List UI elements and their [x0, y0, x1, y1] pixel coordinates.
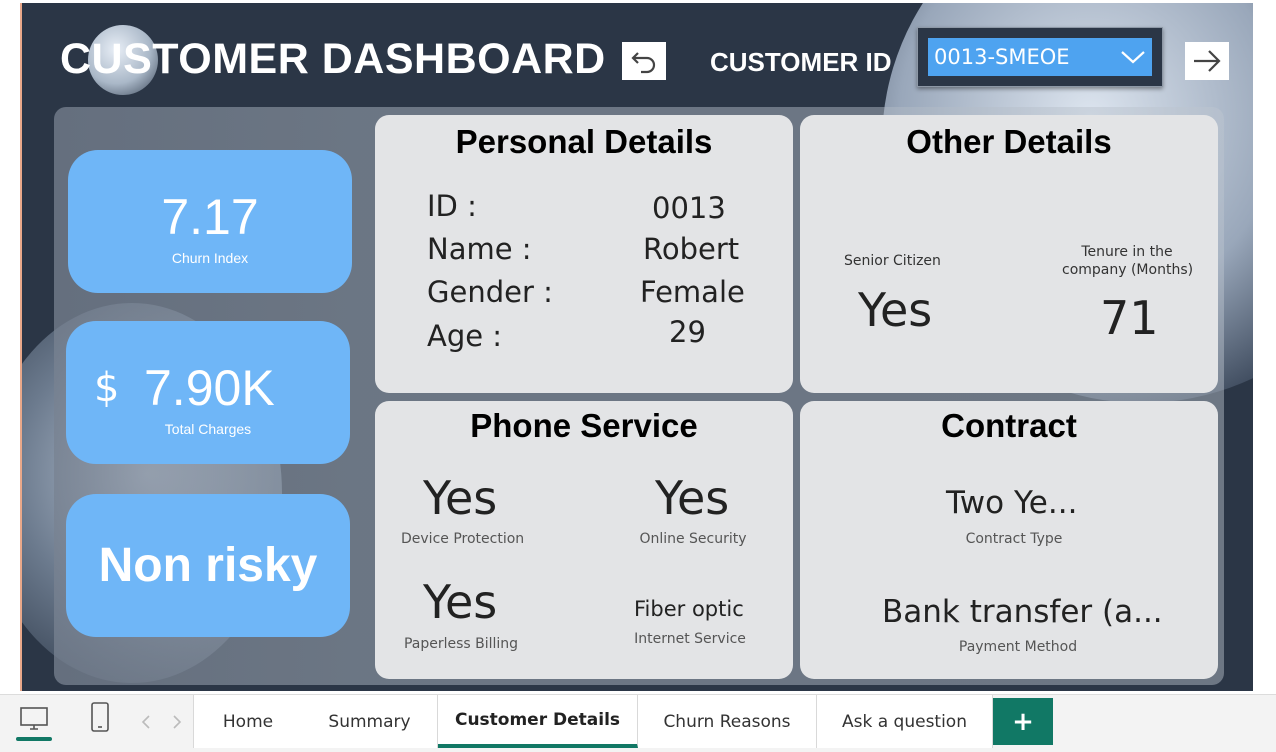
page-tab-bar: Home Summary Customer Details Churn Reas… [0, 694, 1276, 752]
age-value: 29 [669, 315, 706, 349]
back-button[interactable] [622, 42, 666, 80]
other-details-title: Other Details [906, 123, 1112, 160]
tab-home[interactable]: Home [193, 695, 303, 748]
report-canvas: CUSTOMER DASHBOARD CUSTOMER ID 0013-SMEO… [20, 3, 1253, 691]
tenure-value: 71 [1100, 291, 1159, 345]
currency-symbol: $ [94, 365, 120, 411]
device-protection-label: Device Protection [401, 531, 525, 547]
internet-service-label: Internet Service [634, 631, 746, 647]
churn-index-value: 7.17 [161, 189, 259, 245]
add-page-button[interactable]: + [993, 698, 1053, 745]
gender-label: Gender : [427, 275, 553, 309]
churn-index-card: 7.17 Churn Index [68, 150, 352, 293]
id-label: ID : [427, 189, 477, 223]
contract-type-value: Two Ye... [946, 485, 1078, 521]
customer-id-value: 0013-SMEOE [934, 45, 1070, 69]
next-button[interactable] [1185, 42, 1229, 80]
customer-id-selected[interactable]: 0013-SMEOE [928, 38, 1152, 76]
personal-details-title: Personal Details [455, 123, 713, 160]
name-label: Name : [427, 232, 532, 266]
arrow-right-icon [1194, 50, 1221, 72]
id-value: 0013 [652, 191, 726, 225]
contract-card: Contract Two Ye... Contract Type Bank tr… [800, 401, 1218, 679]
tab-summary[interactable]: Summary [302, 695, 438, 748]
customer-id-dropdown[interactable]: 0013-SMEOE [917, 27, 1163, 87]
mobile-view-icon[interactable] [89, 701, 111, 733]
paperless-billing-label: Paperless Billing [403, 636, 519, 652]
paperless-billing-value: Yes [423, 575, 498, 629]
page-title: CUSTOMER DASHBOARD [60, 35, 606, 83]
monitor-icon [20, 707, 48, 730]
device-protection-value: Yes [423, 471, 498, 525]
gender-value: Female [640, 275, 745, 309]
total-charges-card: $ 7.90K Total Charges [66, 321, 350, 464]
chevron-left-icon[interactable] [139, 712, 153, 732]
contract-title: Contract [941, 407, 1077, 444]
name-value: Robert [643, 232, 740, 266]
tenure-label-2: company (Months) [1062, 262, 1194, 278]
undo-arrow-icon [631, 52, 656, 74]
age-label: Age : [427, 319, 503, 353]
total-charges-caption: Total Charges [164, 421, 252, 437]
chevron-down-icon [1121, 51, 1145, 64]
tab-customer-details[interactable]: Customer Details [438, 695, 638, 748]
customer-id-label: CUSTOMER ID [710, 47, 892, 77]
risk-value: Non risky [98, 539, 318, 592]
tenure-label-1: Tenure in the [1081, 244, 1173, 260]
online-security-value: Yes [655, 471, 730, 525]
senior-citizen-label: Senior Citizen [844, 253, 941, 269]
online-security-label: Online Security [639, 531, 747, 547]
contract-type-label: Contract Type [965, 531, 1063, 547]
tab-ask-a-question[interactable]: Ask a question [817, 695, 993, 748]
total-charges-value: 7.90K [144, 360, 275, 416]
desktop-view-button[interactable] [14, 703, 54, 741]
payment-method-value: Bank transfer (a... [882, 594, 1163, 630]
churn-index-caption: Churn Index [171, 250, 249, 266]
senior-citizen-value: Yes [858, 283, 933, 337]
phone-service-card: Phone Service Yes Device Protection Yes … [375, 401, 793, 679]
other-details-card: Other Details Senior Citizen Yes Tenure … [800, 115, 1218, 393]
phone-service-title: Phone Service [470, 407, 698, 444]
tab-churn-reasons[interactable]: Churn Reasons [638, 695, 817, 748]
risk-card: Non risky [66, 494, 350, 637]
personal-details-card: Personal Details ID : 0013 Name : Robert… [375, 115, 793, 393]
chevron-right-icon[interactable] [170, 712, 184, 732]
payment-method-label: Payment Method [958, 639, 1078, 655]
internet-service-value: Fiber optic [634, 597, 744, 621]
